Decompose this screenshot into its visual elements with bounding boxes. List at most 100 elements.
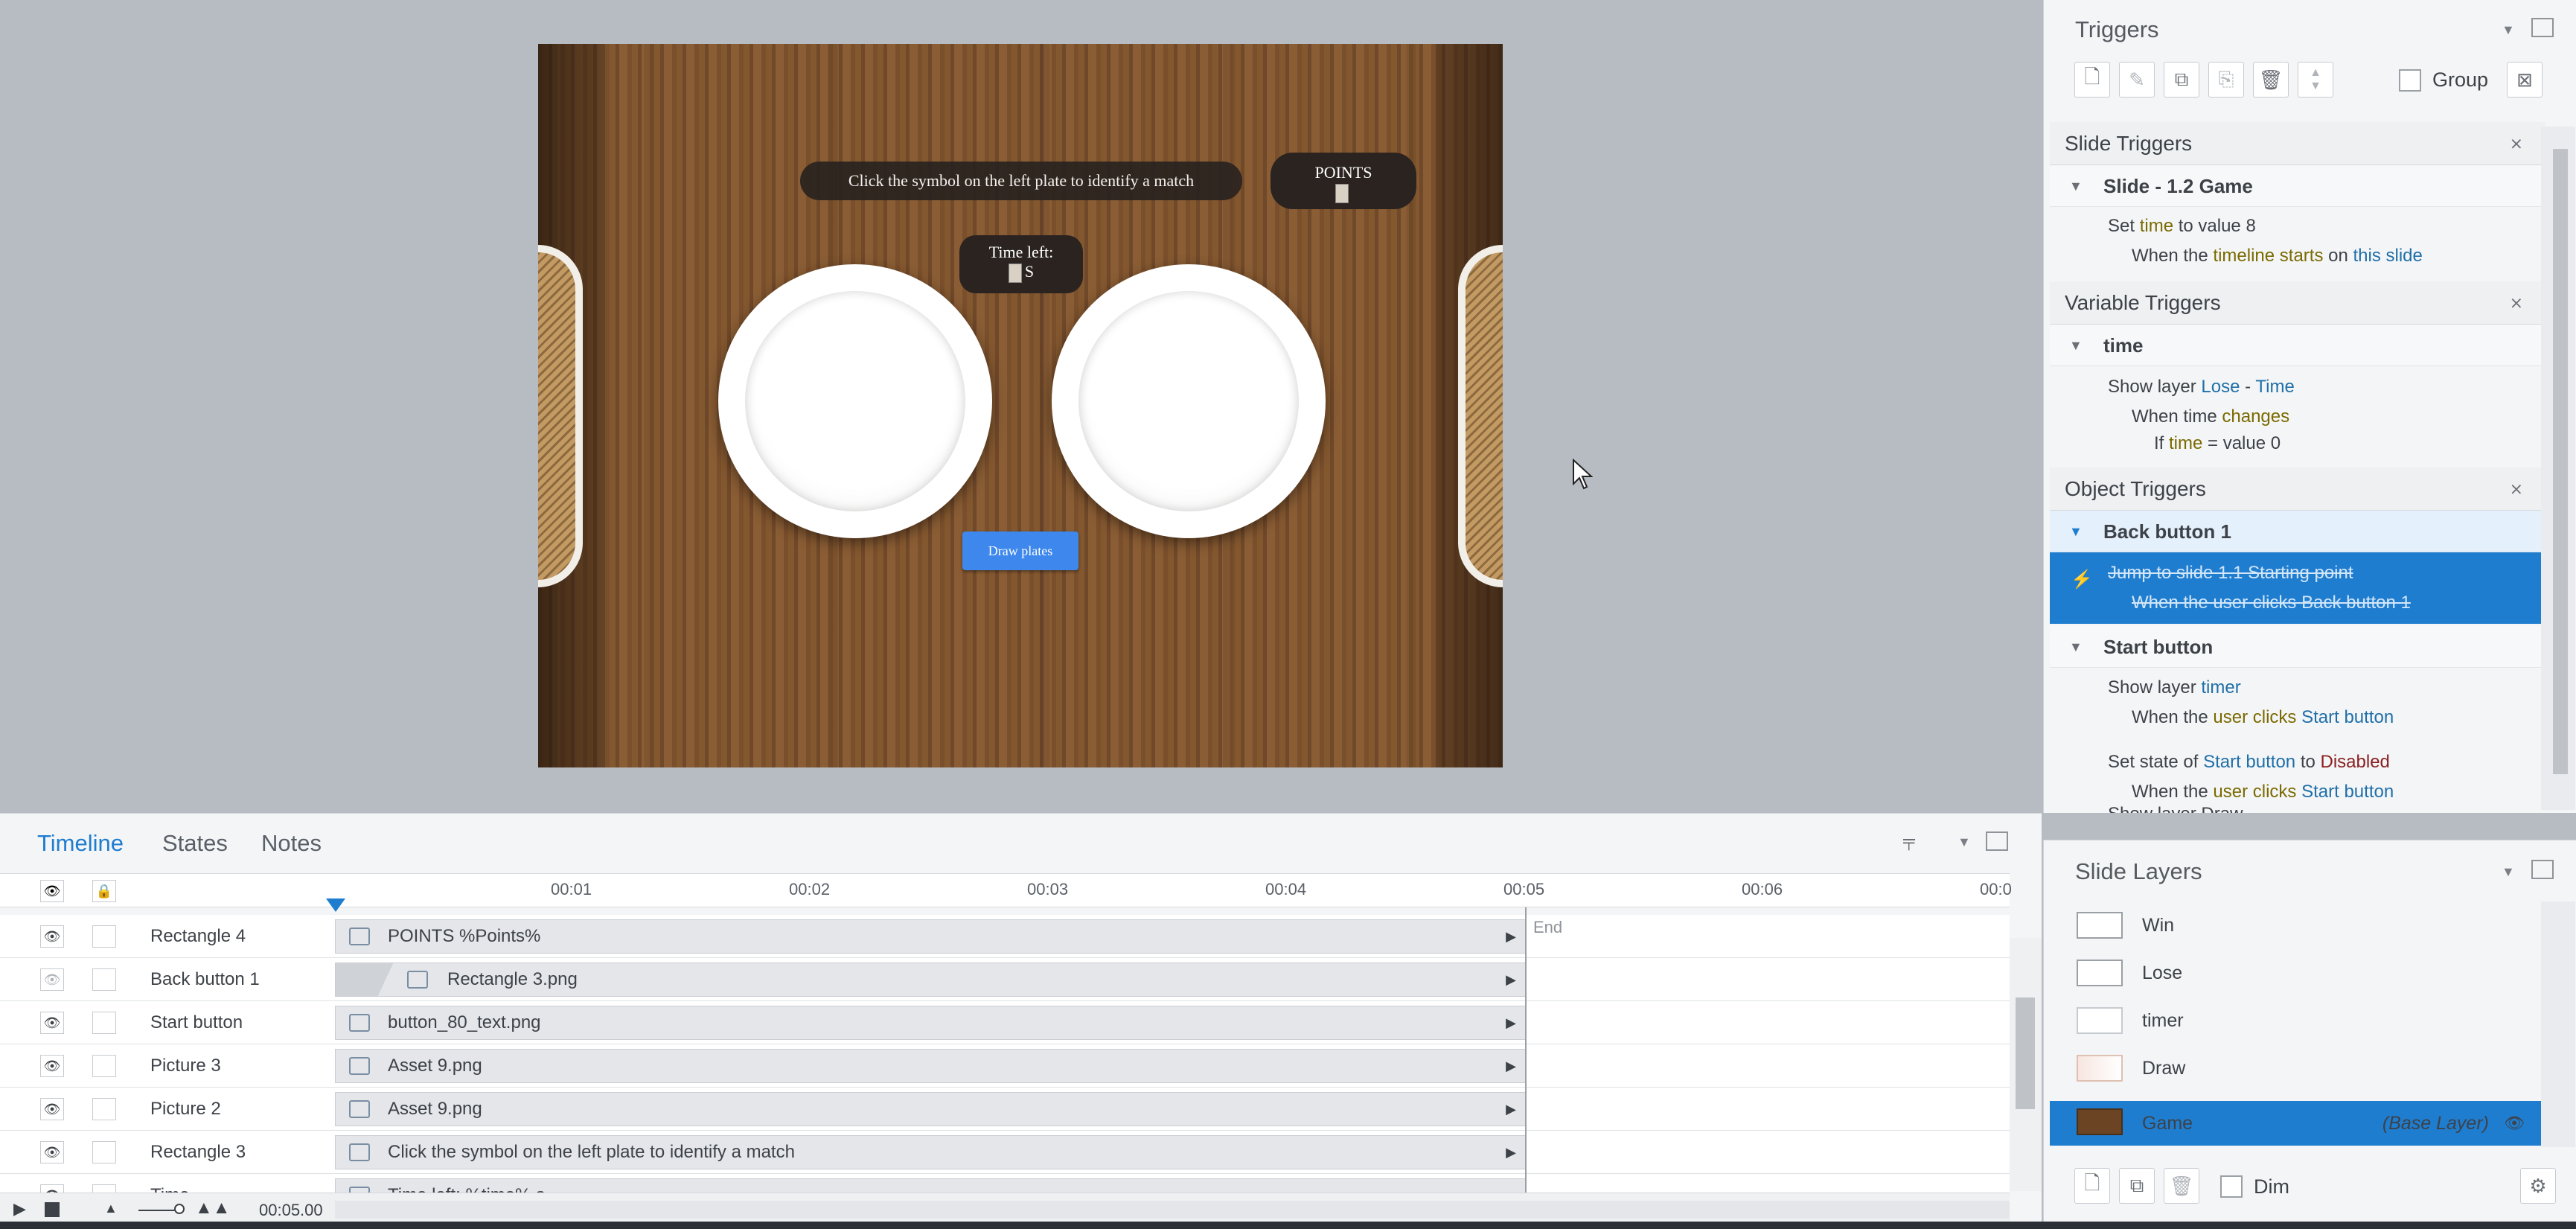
expand-triangle-icon[interactable]: ▼	[2069, 325, 2083, 366]
object-bar[interactable]: button_80_text.png ▶	[335, 1006, 1526, 1040]
points-box[interactable]: POINTS	[1271, 153, 1416, 209]
collapse-icon[interactable]: ▼	[2502, 864, 2515, 880]
layer-timer[interactable]: timer	[2050, 997, 2541, 1044]
eye-icon[interactable]: 👁	[2504, 1101, 2525, 1146]
zoom-in-icon[interactable]: ▲▲	[195, 1198, 231, 1219]
layer-draw[interactable]: Draw	[2050, 1044, 2541, 1092]
lock-toggle[interactable]	[92, 1098, 116, 1120]
draw-plates-button[interactable]: Draw plates	[962, 531, 1078, 570]
expand-triangle-icon[interactable]: ▼	[2069, 511, 2083, 552]
show-all-eye-icon[interactable]: 👁	[40, 880, 64, 902]
tab-states[interactable]: States	[162, 830, 228, 857]
expand-arrow-icon[interactable]: ▶	[1506, 1136, 1516, 1169]
float-panel-icon[interactable]	[2531, 860, 2554, 879]
plate-left[interactable]	[718, 264, 992, 538]
copy-trigger-icon[interactable]: ⧉	[2164, 62, 2199, 98]
edit-trigger-icon[interactable]: ✎	[2119, 62, 2155, 98]
delete-layer-icon[interactable]: 🗑	[2164, 1168, 2199, 1204]
layer-game-base[interactable]: Game (Base Layer) 👁	[2050, 1101, 2541, 1146]
expand-arrow-icon[interactable]: ▶	[1506, 1050, 1516, 1082]
collapse-icon[interactable]: ▼	[2502, 22, 2515, 38]
lock-toggle[interactable]	[92, 968, 116, 991]
timeline-row[interactable]: 👁 Rectangle 3 Click the symbol on the le…	[0, 1131, 2010, 1174]
triggers-scroll-thumb[interactable]	[2553, 149, 2568, 774]
timeline-row[interactable]: 👁 Rectangle 4 POINTS %Points% ▶	[0, 915, 2010, 958]
object-bar[interactable]: Time left: %time% s	[335, 1178, 1526, 1193]
time-left-box[interactable]: Time left: S	[959, 235, 1083, 293]
layer-lose[interactable]: Lose	[2050, 949, 2541, 997]
eye-icon[interactable]: 👁	[40, 968, 64, 991]
new-trigger-icon[interactable]: 🗋	[2074, 62, 2110, 98]
eye-icon[interactable]: 👁	[40, 1012, 64, 1034]
variable-trigger-group[interactable]: ▼ time	[2050, 325, 2545, 366]
tab-timeline[interactable]: Timeline	[37, 830, 124, 857]
slide-trigger-group[interactable]: ▼ Slide - 1.2 Game	[2050, 165, 2545, 207]
expand-triangle-icon[interactable]: ▼	[2069, 165, 2083, 207]
lock-toggle[interactable]	[92, 1141, 116, 1163]
collapse-section-icon[interactable]: ⨯	[2510, 467, 2523, 511]
delete-trigger-icon[interactable]: 🗑	[2253, 62, 2289, 98]
slide-canvas[interactable]: Click the symbol on the left plate to id…	[538, 44, 1503, 767]
duplicate-layer-icon[interactable]: ⧉	[2119, 1168, 2155, 1204]
timeline-vertical-scrollbar[interactable]	[2010, 938, 2042, 1191]
collapse-icon[interactable]: ▼	[1957, 834, 1971, 850]
object-bar[interactable]: Click the symbol on the left plate to id…	[335, 1135, 1526, 1169]
timeline-row[interactable]: 👁 Time... Time left: %time% s	[0, 1174, 2010, 1193]
trigger-condition[interactable]: When the timeline starts on this slide	[2050, 246, 2545, 266]
selected-trigger[interactable]: ⚡ Jump to slide 1.1 Starting point When …	[2050, 552, 2545, 624]
trigger-action[interactable]: Show layer Lose - Time	[2050, 377, 2545, 398]
layers-scrollbar[interactable]	[2541, 901, 2575, 1147]
float-panel-icon[interactable]	[2531, 18, 2554, 37]
timeline-row[interactable]: 👁 Picture 2 Asset 9.png ▶	[0, 1088, 2010, 1131]
paste-trigger-icon[interactable]: ⎘	[2208, 62, 2244, 98]
eye-icon[interactable]: 👁	[40, 925, 64, 948]
plate-right[interactable]	[1052, 264, 1326, 538]
slide-triggers-header[interactable]: Slide Triggers ⨯	[2050, 122, 2545, 165]
collapse-section-icon[interactable]: ⨯	[2510, 281, 2523, 325]
lock-all-icon[interactable]: 🔒	[92, 880, 116, 902]
trigger-condition[interactable]: When the user clicks Start button	[2050, 707, 2545, 728]
eye-icon[interactable]: 👁	[40, 1098, 64, 1120]
timeline-row[interactable]: 👁 Start button button_80_text.png ▶	[0, 1001, 2010, 1044]
end-line[interactable]	[1525, 907, 1527, 1193]
lock-toggle[interactable]	[92, 1012, 116, 1034]
trigger-action-partial[interactable]: Show layer Draw	[2050, 804, 2545, 813]
trigger-action[interactable]: Set state of Start button to Disabled	[2050, 752, 2545, 773]
zoom-out-icon[interactable]: ▲	[104, 1201, 118, 1216]
object-bar[interactable]: POINTS %Points% ▶	[335, 919, 1526, 954]
expand-arrow-icon[interactable]: ▶	[1506, 1006, 1516, 1039]
start-button-trigger-group[interactable]: ▼ Start button	[2050, 626, 2545, 668]
lock-toggle[interactable]	[92, 1055, 116, 1077]
eye-icon[interactable]: 👁	[40, 1141, 64, 1163]
trigger-if-condition[interactable]: If time = value 0	[2050, 433, 2545, 454]
object-triggers-header[interactable]: Object Triggers ⨯	[2050, 467, 2545, 511]
float-panel-icon[interactable]	[1986, 831, 2008, 851]
object-bar[interactable]: Rectangle 3.png ▶	[335, 963, 1526, 997]
expand-arrow-icon[interactable]: ▶	[1506, 920, 1516, 953]
timeline-row[interactable]: 👁 Picture 3 Asset 9.png ▶	[0, 1044, 2010, 1088]
zoom-slider-handle[interactable]	[174, 1204, 185, 1214]
layer-win[interactable]: Win	[2050, 901, 2541, 949]
move-trigger-icon[interactable]: ▲ ▼	[2298, 62, 2333, 98]
new-layer-icon[interactable]: 🗋	[2074, 1168, 2110, 1204]
lock-toggle[interactable]	[92, 925, 116, 948]
expand-arrow-icon[interactable]: ▶	[1506, 963, 1516, 996]
expand-arrow-icon[interactable]: ▶	[1506, 1093, 1516, 1126]
timeline-horizontal-scrollbar[interactable]	[335, 1201, 2010, 1219]
variable-triggers-header[interactable]: Variable Triggers ⨯	[2050, 281, 2545, 325]
trigger-action[interactable]: Set time to value 8	[2050, 216, 2545, 237]
trigger-action[interactable]: Show layer timer	[2050, 677, 2545, 698]
dim-checkbox[interactable]	[2220, 1175, 2243, 1198]
layer-settings-gear-icon[interactable]: ⚙	[2520, 1168, 2556, 1204]
play-icon[interactable]: ▶	[13, 1199, 26, 1219]
timeline-ruler[interactable]: 👁 🔒 00:01 00:02 00:03 00:04 00:05 00:06 …	[0, 873, 2012, 907]
object-bar[interactable]: Asset 9.png ▶	[335, 1049, 1526, 1083]
trigger-condition[interactable]: When time changes	[2050, 406, 2545, 427]
playhead-icon[interactable]	[325, 897, 347, 913]
group-checkbox[interactable]	[2399, 69, 2421, 92]
eye-icon[interactable]: 👁	[40, 1055, 64, 1077]
timeline-row[interactable]: 👁 Back button 1 Rectangle 3.png ▶	[0, 958, 2010, 1001]
expand-triangle-icon[interactable]: ▼	[2069, 626, 2083, 668]
timeline-options-icon[interactable]: ⫧	[1902, 829, 1916, 857]
trigger-condition[interactable]: When the user clicks Start button	[2050, 782, 2545, 802]
